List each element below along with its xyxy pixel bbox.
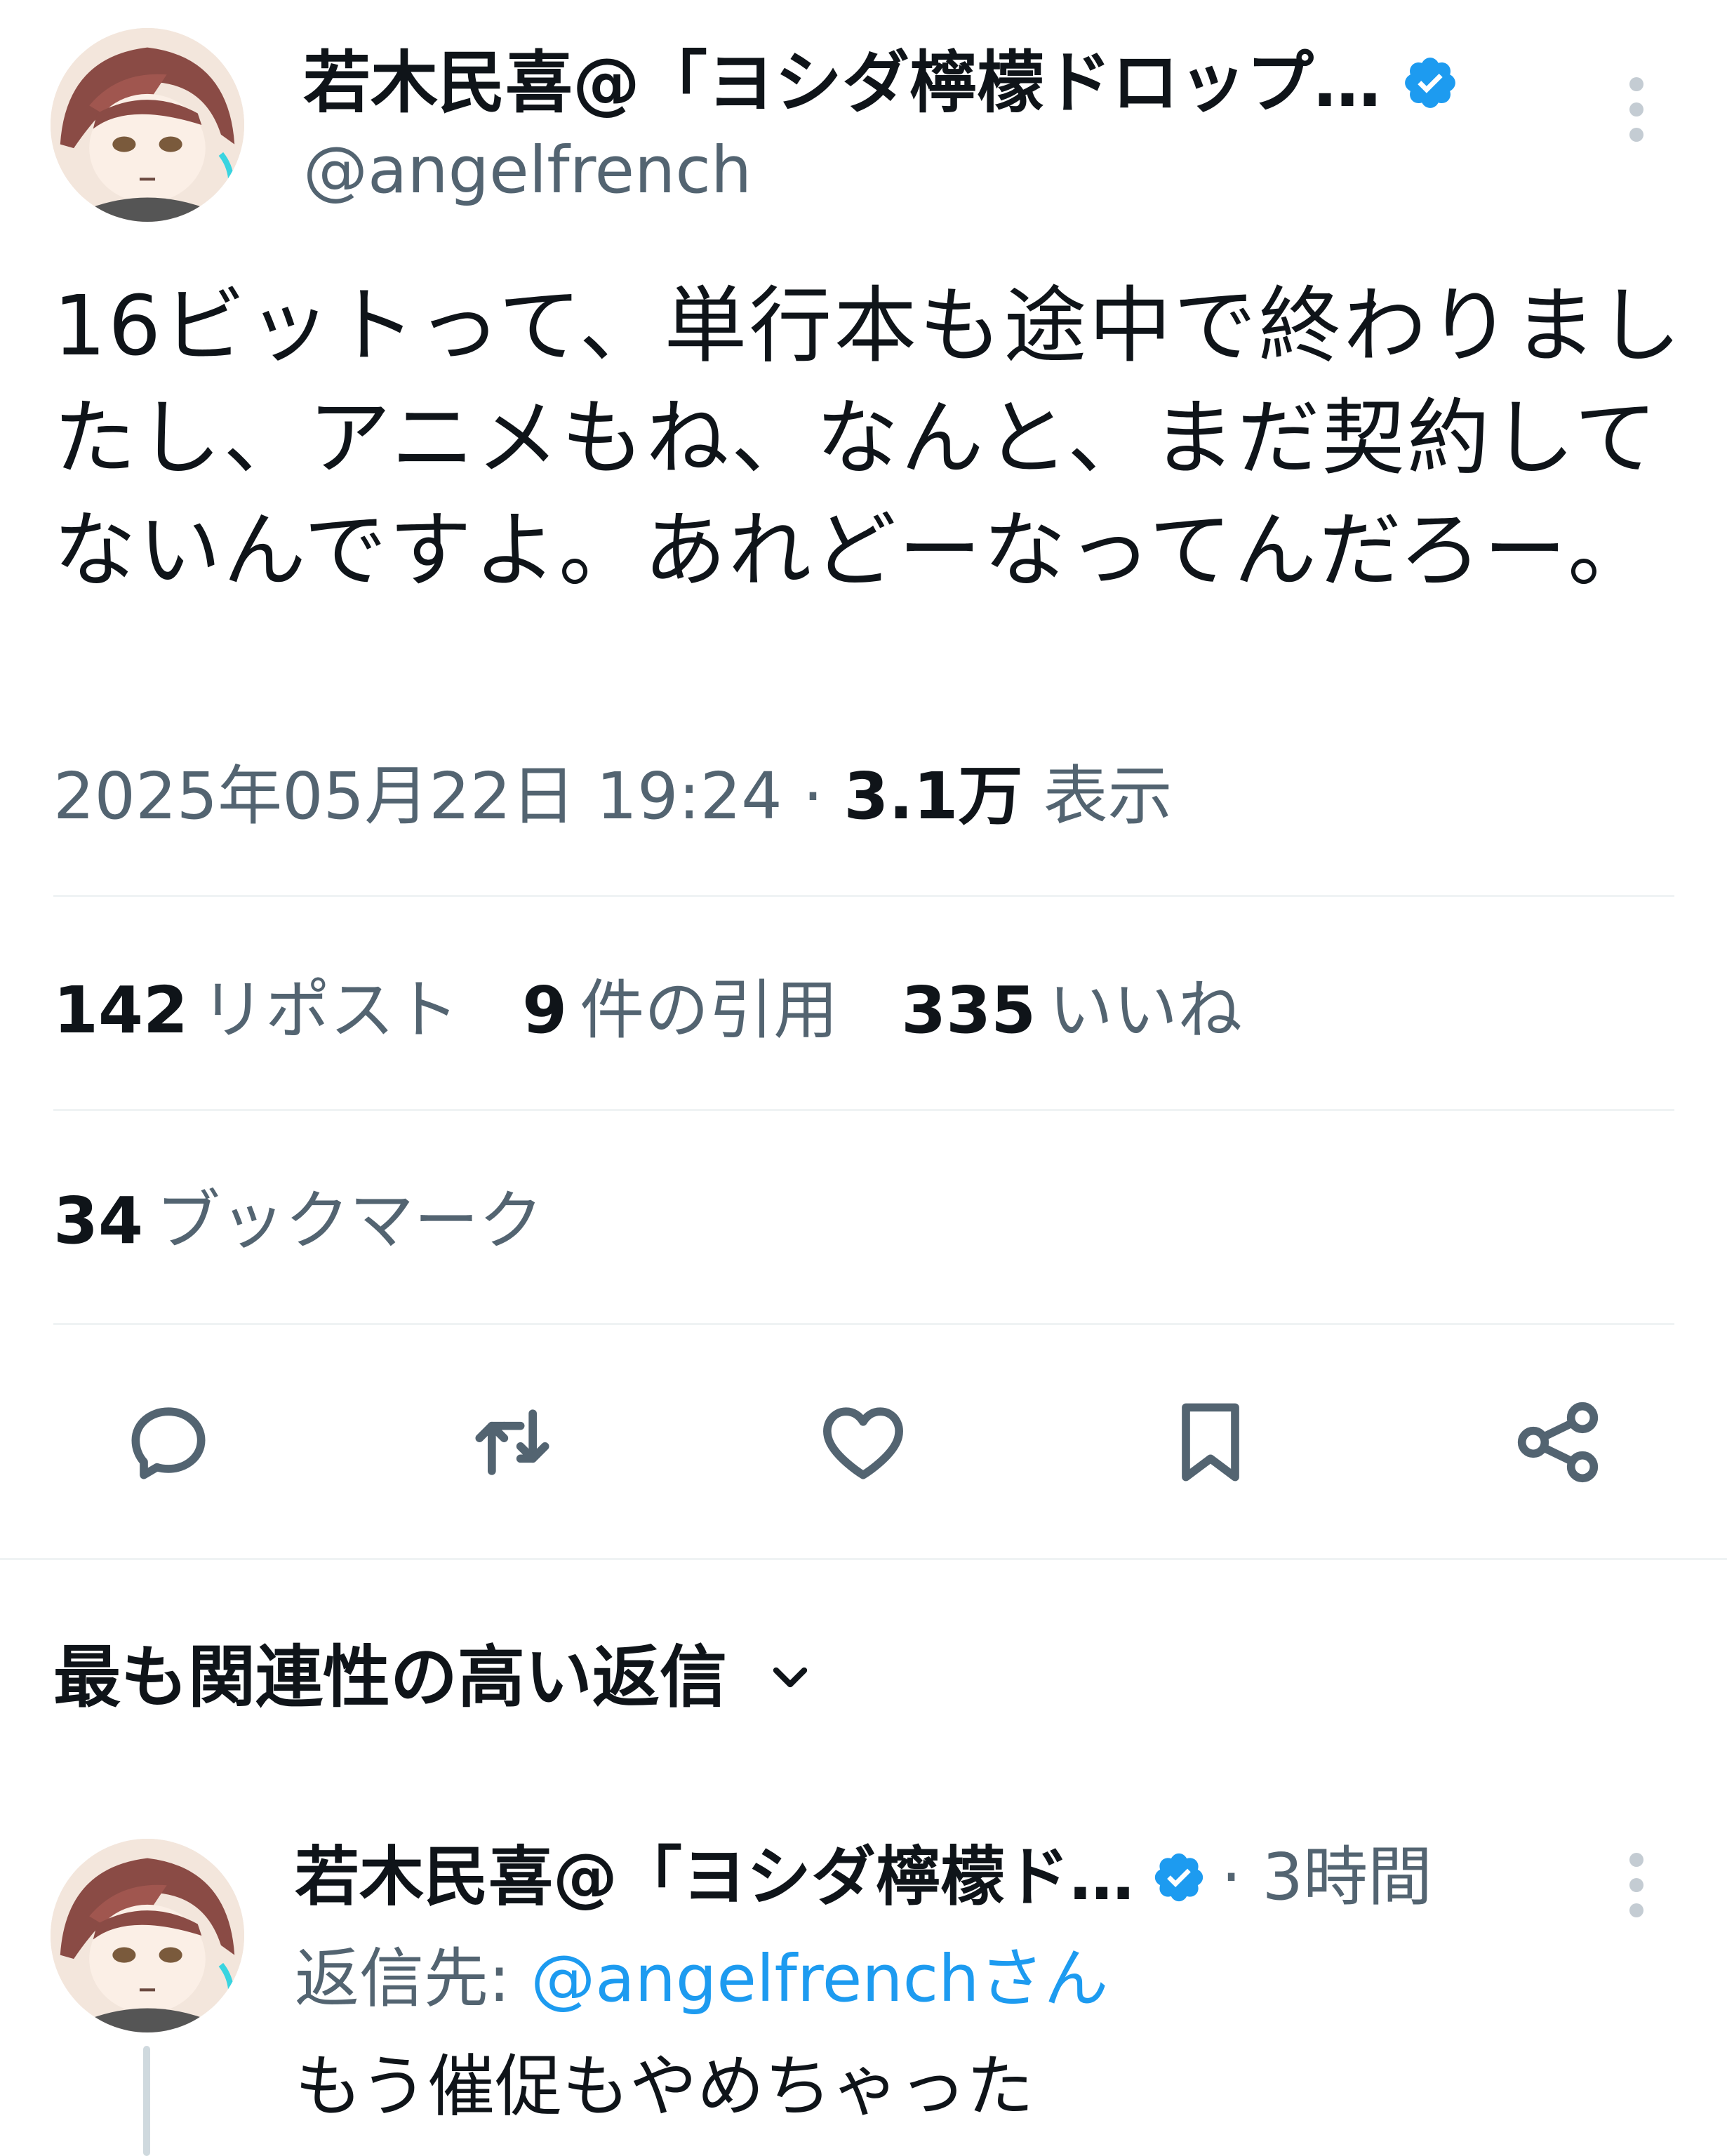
author-name-row[interactable]: 若木民喜@「ヨシダ檸檬ドロップ… bbox=[303, 34, 1538, 132]
views-count: 3.1万 bbox=[844, 759, 1023, 834]
author-handle[interactable]: @angelfrench bbox=[303, 125, 752, 216]
meta-separator: · bbox=[802, 759, 824, 834]
reply-text: もう催促もやめちゃった bbox=[295, 2047, 1034, 2126]
avatar-illustration bbox=[51, 28, 244, 222]
likes-count: 335 bbox=[901, 973, 1036, 1048]
tweet-detail-page: 若木民喜@「ヨシダ檸檬ドロップ… @angelfrench 16ビットって、単行… bbox=[0, 0, 1727, 2156]
likes-label: いいね bbox=[1048, 973, 1243, 1048]
reply-to-label: 返信先: bbox=[295, 1941, 510, 2016]
avatar-illustration bbox=[51, 1839, 244, 2032]
quotes-count: 9 bbox=[522, 973, 568, 1048]
bookmarks-count: 34 bbox=[53, 1183, 144, 1258]
tweet-text: 16ビットって、単行本も途中で終わりましたし、アニメもね、なんと、まだ契約してな… bbox=[53, 277, 1683, 599]
engagement-stats: 142 リポスト 9 件の引用 335 いいね bbox=[53, 965, 1305, 1056]
divider bbox=[53, 1323, 1674, 1325]
reply-header[interactable]: 若木民喜@「ヨシダ檸檬ド… · 3時間 bbox=[295, 1832, 1628, 1923]
reply-to-line: 返信先: @angelfrenchさん bbox=[295, 1934, 1109, 2025]
tweet-meta: 2025年05月22日 19:24 · 3.1万 表示 bbox=[53, 751, 1173, 842]
reply-sort-dropdown[interactable]: 最も関連性の高い返信 bbox=[53, 1632, 818, 1723]
tweet-timestamp[interactable]: 2025年05月22日 19:24 bbox=[53, 759, 782, 834]
section-divider bbox=[0, 1558, 1727, 1560]
views-label: 表示 bbox=[1043, 759, 1173, 834]
reply-to-handle-link[interactable]: @angelfrenchさん bbox=[531, 1941, 1108, 2016]
verified-badge-icon bbox=[1405, 58, 1455, 108]
more-options-icon[interactable] bbox=[1622, 77, 1651, 147]
reposts-stat[interactable]: 142 リポスト bbox=[53, 965, 459, 1056]
share-icon[interactable] bbox=[1509, 1393, 1607, 1491]
author-avatar[interactable] bbox=[51, 28, 244, 222]
reply-icon[interactable] bbox=[119, 1393, 218, 1491]
likes-stat[interactable]: 335 いいね bbox=[901, 965, 1242, 1056]
divider bbox=[53, 1109, 1674, 1111]
repost-icon[interactable] bbox=[463, 1393, 561, 1491]
bookmarks-stat[interactable]: 34 ブックマーク bbox=[53, 1176, 543, 1267]
reposts-count: 142 bbox=[53, 973, 189, 1048]
thread-line bbox=[143, 2046, 150, 2156]
reply-author-avatar[interactable] bbox=[51, 1839, 244, 2032]
divider bbox=[53, 895, 1674, 897]
author-name[interactable]: 若木民喜@「ヨシダ檸檬ドロップ… bbox=[303, 34, 1381, 132]
reply-more-options-icon[interactable] bbox=[1622, 1853, 1651, 1923]
quotes-label: 件の引用 bbox=[580, 973, 839, 1048]
bookmarks-label: ブックマーク bbox=[156, 1183, 544, 1258]
verified-badge-icon bbox=[1154, 1853, 1203, 1902]
quotes-stat[interactable]: 9 件の引用 bbox=[522, 965, 838, 1056]
chevron-down-icon bbox=[773, 1667, 808, 1688]
reply-time[interactable]: · 3時間 bbox=[1221, 1832, 1432, 1923]
reposts-label: リポスト bbox=[201, 973, 460, 1048]
reply-author-name[interactable]: 若木民喜@「ヨシダ檸檬ド… bbox=[295, 1832, 1134, 1923]
like-icon[interactable] bbox=[814, 1393, 912, 1491]
bookmark-icon[interactable] bbox=[1161, 1393, 1260, 1491]
reply-sort-label: 最も関連性の高い返信 bbox=[53, 1638, 727, 1717]
